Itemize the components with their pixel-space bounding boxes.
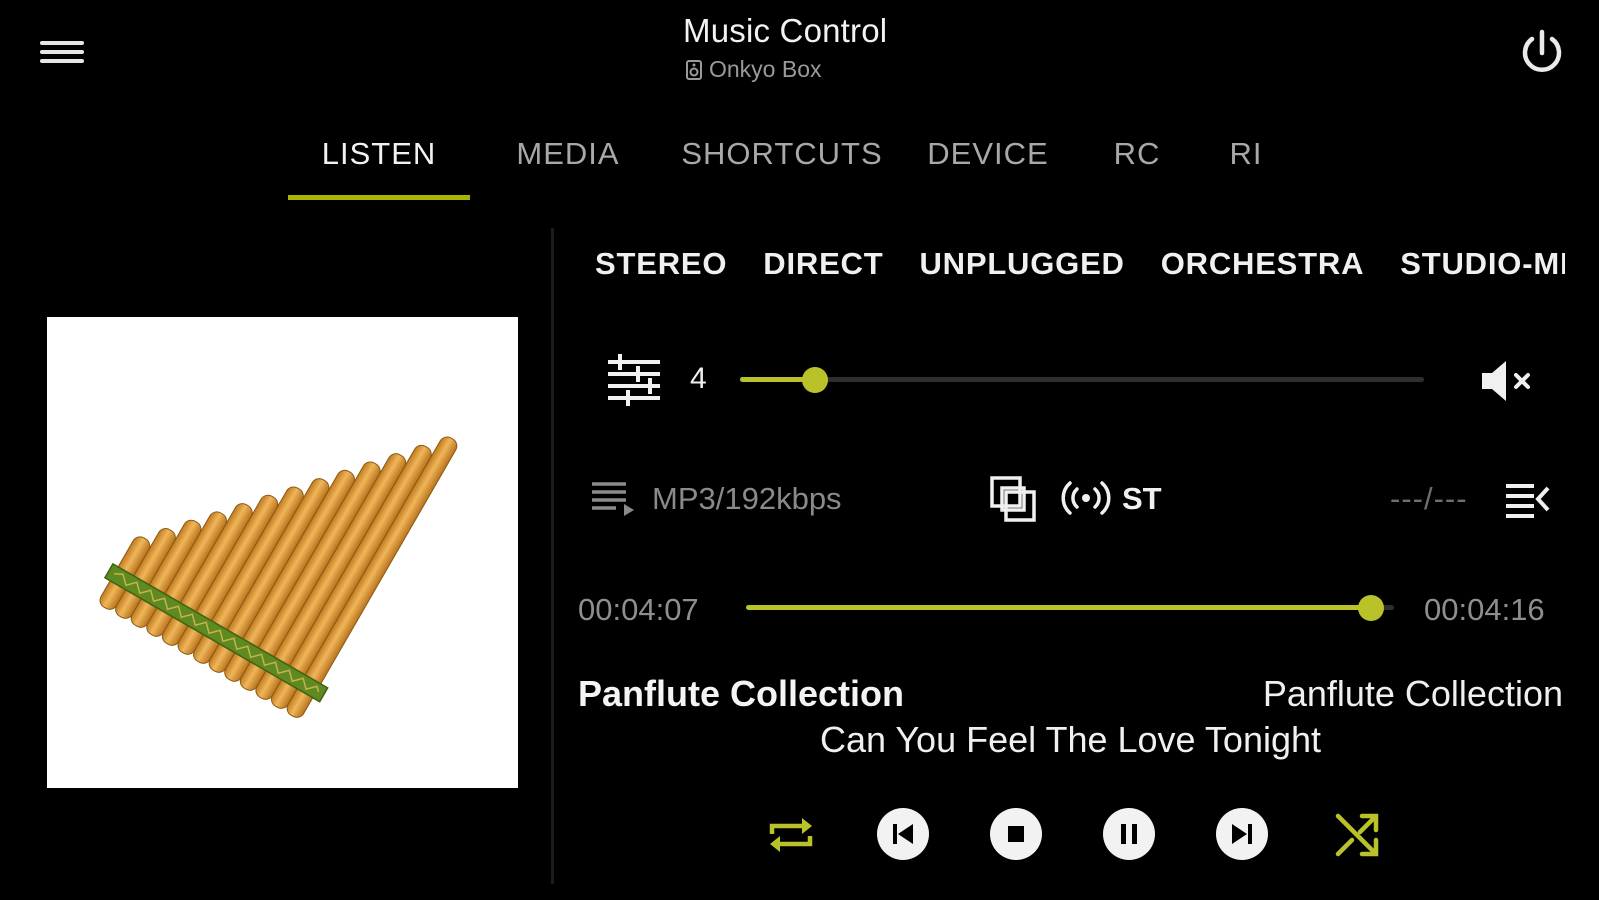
album-name: Panflute Collection xyxy=(578,673,905,714)
elapsed-time: 00:04:07 xyxy=(578,592,699,627)
mode-direct[interactable]: DIRECT xyxy=(763,246,883,282)
screen-fit-icon[interactable] xyxy=(988,474,1038,524)
pause-icon[interactable] xyxy=(1103,808,1155,860)
total-time: 00:04:16 xyxy=(1424,592,1545,627)
playlist-icon[interactable] xyxy=(590,478,638,518)
device-line: Onkyo Box xyxy=(683,56,887,83)
tab-shortcuts[interactable]: SHORTCUTS xyxy=(666,126,898,200)
speaker-device-icon xyxy=(686,59,702,80)
tab-ri[interactable]: RI xyxy=(1196,126,1296,200)
track-position: ---/--- xyxy=(1390,481,1468,516)
audio-format: MP3/192kbps xyxy=(652,481,842,516)
power-icon[interactable] xyxy=(1516,26,1568,78)
seek-slider-fill xyxy=(746,605,1372,610)
song-title: Can You Feel The Love Tonight xyxy=(819,719,1322,760)
mode-studio-mix[interactable]: STUDIO-MI xyxy=(1400,246,1565,282)
panel-divider xyxy=(551,228,554,884)
repeat-icon[interactable] xyxy=(764,808,818,862)
radio-signal-icon xyxy=(1061,480,1111,516)
device-name: Onkyo Box xyxy=(709,56,822,82)
tab-device[interactable]: DEVICE xyxy=(898,126,1078,200)
tab-bar: LISTEN MEDIA SHORTCUTS DEVICE RC RI xyxy=(288,126,1296,212)
artist-name: Panflute Collection xyxy=(1262,673,1563,714)
volume-value: 4 xyxy=(690,362,707,395)
signal-mode: ST xyxy=(1122,481,1162,516)
mode-unplugged[interactable]: UNPLUGGED xyxy=(919,246,1124,282)
album-art xyxy=(47,317,518,788)
menu-icon[interactable] xyxy=(40,36,84,70)
queue-icon[interactable] xyxy=(1504,478,1550,520)
skip-next-icon[interactable] xyxy=(1216,808,1268,860)
equalizer-icon[interactable] xyxy=(606,354,662,408)
panflute-image xyxy=(99,436,458,718)
tab-rc[interactable]: RC xyxy=(1078,126,1196,200)
volume-mute-icon[interactable] xyxy=(1478,356,1536,406)
page-title: Music Control xyxy=(683,12,888,49)
seek-slider-thumb[interactable] xyxy=(1358,595,1385,621)
shuffle-icon[interactable] xyxy=(1330,808,1384,862)
listening-mode-bar: STEREO DIRECT UNPLUGGED ORCHESTRA STUDIO… xyxy=(595,246,1565,282)
header-title-block: Music Control Onkyo Box xyxy=(683,12,887,83)
volume-slider[interactable] xyxy=(740,377,1424,382)
stop-icon[interactable] xyxy=(990,808,1042,860)
tab-listen[interactable]: LISTEN xyxy=(288,126,470,200)
volume-slider-thumb[interactable] xyxy=(802,367,829,393)
tab-media[interactable]: MEDIA xyxy=(470,126,666,200)
skip-previous-icon[interactable] xyxy=(877,808,929,860)
mode-orchestra[interactable]: ORCHESTRA xyxy=(1161,246,1365,282)
mode-stereo[interactable]: STEREO xyxy=(595,246,727,282)
